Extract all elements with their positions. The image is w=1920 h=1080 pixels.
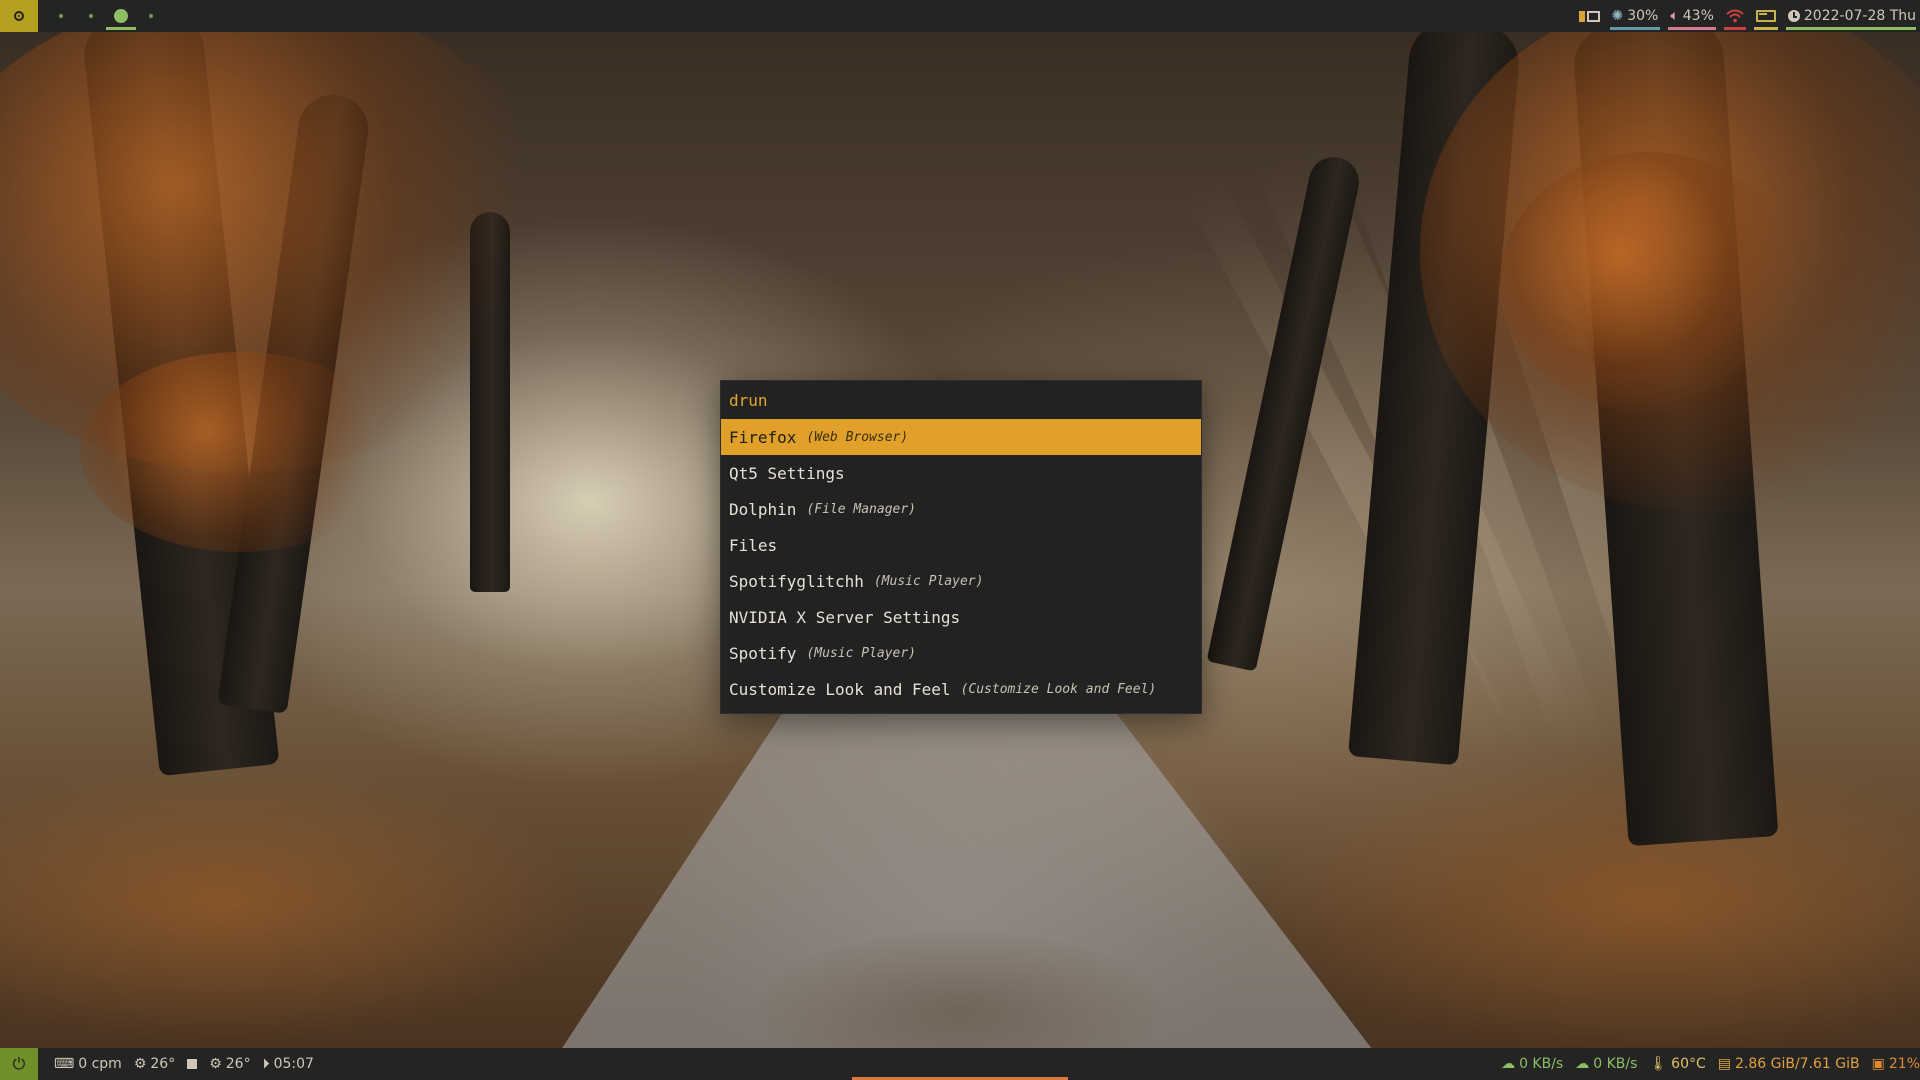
memory-icon: ▤ (1717, 1056, 1731, 1072)
entry-name: Customize Look and Feel (729, 679, 951, 699)
network-download-module[interactable]: ☁ 0 KB/s (1495, 1048, 1569, 1080)
entry-name: NVIDIA X Server Settings (729, 607, 961, 627)
clock-icon (1787, 10, 1800, 22)
temperature-module[interactable]: 🌡︎ 60°C (1643, 1048, 1711, 1080)
menu-icon (14, 11, 24, 21)
workspace-1[interactable] (46, 0, 76, 32)
typing-speed-value: 0 cpm (78, 1056, 122, 1072)
entry-name: Spotifyglitchh (729, 571, 864, 591)
app-launcher: drun Firefox (Web Browser) Qt5 Settings … (720, 380, 1202, 714)
entry-name: Firefox (729, 427, 797, 447)
clock-value: 2022-07-28 Thu (1803, 8, 1916, 24)
sun-icon: ✺ (1611, 8, 1624, 24)
launcher-entry-firefox[interactable]: Firefox (Web Browser) (721, 419, 1201, 455)
workspace-4[interactable] (136, 0, 166, 32)
launcher-entry-spotify[interactable]: Spotify (Music Player) (721, 635, 1201, 671)
download-value: 0 KB/s (1519, 1056, 1564, 1072)
entry-desc: (Music Player) (806, 645, 917, 661)
launcher-entry-dolphin[interactable]: Dolphin (File Manager) (721, 491, 1201, 527)
workspace-switcher (46, 0, 166, 32)
workspace-2[interactable] (76, 0, 106, 32)
cloud-download-icon: ☁ (1501, 1056, 1516, 1072)
wifi-module[interactable] (1720, 0, 1750, 32)
battery-module[interactable] (1750, 0, 1782, 32)
bottom-bar: ⏻ ⌨ 0 cpm ⚙ 26° ⚙ 26° ⏵ 05:07 ☁ 0 KB/s ☁… (0, 1048, 1920, 1080)
power-button[interactable]: ⏻ (0, 1048, 38, 1080)
launcher-entry-spotifyglitchh[interactable]: Spotifyglitchh (Music Player) (721, 563, 1201, 599)
wifi-icon (1726, 9, 1744, 23)
entry-name: Spotify (729, 643, 797, 663)
brightness-value: 30% (1627, 8, 1659, 24)
entry-desc: (Music Player) (873, 573, 984, 589)
cloud-upload-icon: ☁ (1575, 1056, 1590, 1072)
keyboard-icon: ⌨ (54, 1056, 75, 1072)
launcher-list: Firefox (Web Browser) Qt5 Settings Dolph… (721, 419, 1201, 707)
volume-module[interactable]: 🔈︎ 43% (1664, 0, 1720, 32)
thermometer-icon: 🌡︎ (1649, 1056, 1668, 1072)
launcher-entry-qt5-settings[interactable]: Qt5 Settings (721, 455, 1201, 491)
cpu-temp-2-value: 26° (225, 1056, 251, 1072)
brightness-module[interactable]: ✺ 30% (1606, 0, 1665, 32)
cpu-icon: ▣ (1871, 1056, 1885, 1072)
media-stop-button[interactable] (181, 1048, 203, 1080)
memory-value: 2.86 GiB/7.61 GiB (1734, 1056, 1860, 1072)
launcher-entry-customize-look-and-feel[interactable]: Customize Look and Feel (Customize Look … (721, 671, 1201, 707)
cpu-temp-1-value: 26° (150, 1056, 176, 1072)
cpu-module[interactable]: ▣ 21% (1866, 1048, 1920, 1080)
power-icon: ⏻ (12, 1054, 26, 1073)
upload-value: 0 KB/s (1593, 1056, 1638, 1072)
typing-speed-module[interactable]: ⌨ 0 cpm (48, 1048, 128, 1080)
entry-desc: (Web Browser) (806, 429, 909, 445)
music-time-value: 05:07 (273, 1056, 314, 1072)
entry-name: Dolphin (729, 499, 797, 519)
temperature-value: 60°C (1671, 1056, 1706, 1072)
volume-value: 43% (1682, 8, 1714, 24)
entry-desc: (File Manager) (806, 501, 917, 517)
cpu-temp-module-1[interactable]: ⚙ 26° (128, 1048, 181, 1080)
gear-icon: ⚙ (133, 1056, 147, 1072)
gear-icon: ⚙ (209, 1056, 222, 1072)
layout-indicator[interactable] (1573, 0, 1606, 32)
launcher-prompt[interactable]: drun (721, 381, 1201, 419)
next-track-icon: ⏵ (262, 1056, 270, 1072)
entry-name: Files (729, 535, 778, 555)
battery-icon (1755, 10, 1776, 22)
network-upload-module[interactable]: ☁ 0 KB/s (1569, 1048, 1643, 1080)
speaker-icon: 🔈︎ (1670, 8, 1679, 24)
clock-module[interactable]: 2022-07-28 Thu (1782, 0, 1920, 32)
workspace-3[interactable] (106, 0, 136, 32)
cpu-value: 21% (1888, 1056, 1920, 1072)
stop-icon (187, 1059, 198, 1069)
entry-name: Qt5 Settings (729, 463, 845, 483)
launcher-entry-files[interactable]: Files (721, 527, 1201, 563)
app-menu-button[interactable] (0, 0, 38, 32)
launcher-entry-nvidia-settings[interactable]: NVIDIA X Server Settings (721, 599, 1201, 635)
layout-tiled-icon (1578, 10, 1600, 22)
music-time-module[interactable]: ⏵ 05:07 (257, 1048, 320, 1080)
cpu-temp-module-2[interactable]: ⚙ 26° (203, 1048, 256, 1080)
entry-desc: (Customize Look and Feel) (960, 681, 1157, 697)
memory-module[interactable]: ▤ 2.86 GiB/7.61 GiB (1712, 1048, 1866, 1080)
top-bar: ✺ 30% 🔈︎ 43% 2022-07-28 Thu (0, 0, 1920, 32)
